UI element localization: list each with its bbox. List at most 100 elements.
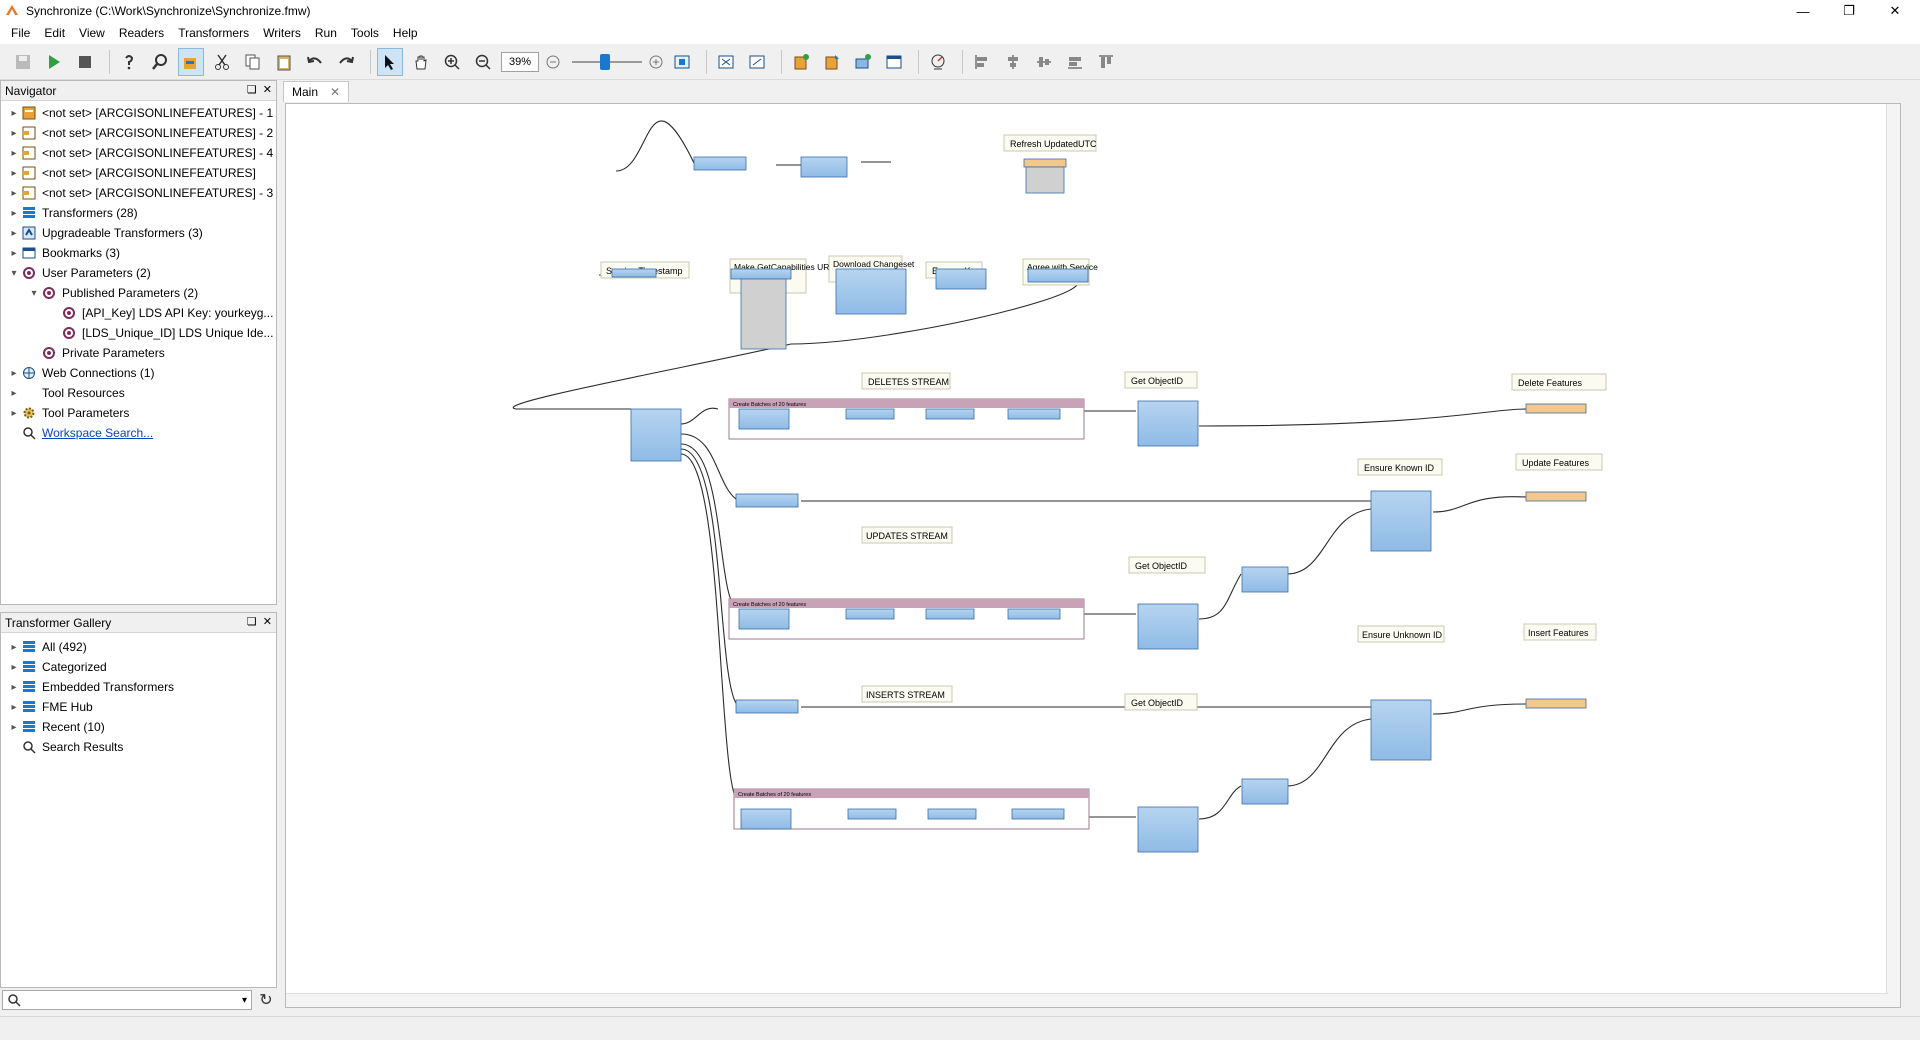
expand-arrow-icon[interactable]: ▸ (7, 128, 21, 139)
writer-nz-street-address-delete[interactable] (1525, 403, 1587, 414)
zoom-extents-button[interactable] (713, 48, 739, 76)
nav-item-tool-resources[interactable]: ▸ Tool Resources (7, 383, 124, 403)
nav-item-lds-unique-id[interactable]: [LDS_Unique_ID] LDS Unique Ide... (61, 323, 273, 343)
minimize-button[interactable]: — (1780, 0, 1826, 22)
expand-arrow-icon[interactable]: ▸ (7, 702, 21, 713)
transformer-attributeexposer[interactable] (935, 268, 987, 290)
zoom-plus-button[interactable] (648, 48, 664, 76)
close-tab-icon[interactable]: ✕ (330, 85, 340, 99)
transformer-counter-3[interactable] (740, 808, 792, 830)
workflow-diagram[interactable]: Refresh UpdatedUTC Service Timestamp Mak… (286, 104, 1901, 1008)
horizontal-scrollbar[interactable] (286, 993, 1888, 1007)
nav-item-upgradeable[interactable]: ▸ Upgradeable Transformers (3) (7, 223, 202, 243)
connection-inspector-button[interactable] (925, 48, 951, 76)
close-panel-icon[interactable]: ✕ (263, 615, 272, 628)
expand-arrow-icon[interactable]: ▸ (7, 408, 21, 419)
annotation-ensure-unknown-id[interactable]: Ensure Unknown ID (1357, 625, 1445, 643)
transformer-featuremerger-unknown[interactable] (1370, 699, 1432, 761)
partial-run-button[interactable] (178, 47, 204, 76)
add-reader-button[interactable] (788, 48, 814, 76)
transformer-zipreprojector[interactable] (1027, 268, 1089, 283)
tab-main[interactable]: Main ✕ (283, 81, 350, 102)
close-panel-icon[interactable]: ✕ (263, 83, 272, 96)
transformer-aggregator[interactable] (925, 408, 975, 420)
cut-button[interactable] (209, 48, 235, 76)
menu-view[interactable]: View (72, 26, 112, 40)
menu-file[interactable]: File (4, 26, 37, 40)
expand-arrow-icon[interactable]: ▸ (7, 722, 21, 733)
nav-item-workspace-search[interactable]: Workspace Search... (21, 423, 153, 443)
nav-item-writer-3[interactable]: ▸ <not set> [ARCGISONLINEFEATURES] - 3 (7, 183, 273, 203)
nav-item-private-parameters[interactable]: Private Parameters (41, 343, 165, 363)
transformer-featurereader-insert[interactable] (1137, 806, 1199, 853)
vertical-scrollbar[interactable] (1886, 104, 1900, 1007)
transformer-featuremerger-known[interactable] (1370, 490, 1432, 552)
fit-selection-button[interactable] (669, 48, 695, 76)
transformer-attributemanager-4[interactable] (1007, 608, 1061, 620)
undo-button[interactable] (302, 48, 328, 76)
annotation-refresh-updatedutc[interactable]: Refresh UpdatedUTC (1003, 134, 1097, 152)
menu-transformers[interactable]: Transformers (171, 26, 256, 40)
nav-item-reader-1[interactable]: ▸ <not set> [ARCGISONLINEFEATURES] - 1 (7, 103, 273, 123)
annotation-delete-features[interactable]: Delete Features (1511, 373, 1607, 391)
expand-arrow-icon[interactable]: ▸ (7, 642, 21, 653)
transformer-pythoncaller-3[interactable] (847, 808, 897, 820)
writer-nz-street-address-insert[interactable] (1525, 698, 1587, 709)
expand-arrow-icon[interactable]: ▸ (7, 248, 21, 259)
workspace-canvas[interactable]: Refresh UpdatedUTC Service Timestamp Mak… (285, 103, 1901, 1008)
expand-arrow-icon[interactable]: ▸ (7, 108, 21, 119)
transformer-attributeexposer-insert[interactable] (735, 699, 799, 714)
select-tool-button[interactable] (377, 47, 403, 76)
transformer-attributemanager-2[interactable] (1007, 408, 1061, 420)
expand-arrow-icon[interactable]: ▸ (7, 388, 21, 399)
annotation-get-objectid-inserts[interactable]: Get ObjectID (1124, 693, 1198, 711)
transformer-aggregator-2[interactable] (925, 608, 975, 620)
expand-arrow-icon[interactable]: ▸ (7, 228, 21, 239)
transformer-timestamper[interactable] (611, 268, 657, 278)
zoom-level-field[interactable]: 39% (501, 51, 539, 72)
collapse-arrow-icon[interactable]: ▾ (27, 288, 41, 299)
nav-item-writer-2[interactable]: ▸ <not set> [ARCGISONLINEFEATURES] - 2 (7, 123, 273, 143)
transformer-attributemanager-3[interactable] (1241, 566, 1289, 593)
zoom-minus-button[interactable] (545, 48, 561, 76)
gallery-item-embedded[interactable]: ▸ Embedded Transformers (7, 677, 174, 697)
align-middle-button[interactable] (1031, 48, 1057, 76)
nav-item-transformers[interactable]: ▸ Transformers (28) (7, 203, 137, 223)
expand-arrow-icon[interactable]: ▸ (7, 208, 21, 219)
transformer-attributemanager-url[interactable] (730, 268, 792, 280)
menu-edit[interactable]: Edit (37, 26, 72, 40)
transformer-featurereader-changeset[interactable] (835, 268, 907, 315)
annotation-updates-stream[interactable]: UPDATES STREAM (861, 526, 953, 544)
transformer-attributefilter[interactable] (630, 408, 682, 462)
refresh-button[interactable]: ↻ (256, 990, 276, 1010)
run-button[interactable] (41, 48, 67, 76)
annotation-deletes-stream[interactable]: DELETES STREAM (861, 372, 951, 390)
expand-arrow-icon[interactable]: ▸ (7, 188, 21, 199)
nav-item-api-key[interactable]: [API_Key] LDS API Key: yourkeyg... (61, 303, 273, 323)
gallery-item-all[interactable]: ▸ All (492) (7, 637, 86, 657)
add-transformer-button[interactable] (850, 48, 876, 76)
annotation-insert-features[interactable]: Insert Features (1523, 623, 1597, 641)
zoom-slider[interactable] (572, 52, 642, 72)
transformer-attributeexposer-update[interactable] (735, 493, 799, 508)
gallery-search-input[interactable]: ▾ (2, 990, 252, 1010)
transformer-counter[interactable] (738, 408, 790, 430)
paste-button[interactable] (271, 48, 297, 76)
transformer-attributemanager-5[interactable] (1011, 808, 1065, 820)
inspect-button[interactable] (116, 48, 142, 76)
add-bookmark-button[interactable] (881, 48, 907, 76)
nav-item-writer[interactable]: ▸ <not set> [ARCGISONLINEFEATURES] (7, 163, 255, 183)
nav-item-writer-4[interactable]: ▸ <not set> [ARCGISONLINEFEATURES] - 4 (7, 143, 273, 163)
stop-button[interactable] (72, 48, 98, 76)
gallery-item-search-results[interactable]: Search Results (21, 737, 123, 757)
find-button[interactable] (147, 48, 173, 76)
expand-arrow-icon[interactable]: ▸ (7, 168, 21, 179)
transformer-featurereader-update[interactable] (1137, 603, 1199, 650)
transformer-attributemanager-url-attrs[interactable] (740, 278, 787, 350)
expand-arrow-icon[interactable]: ▸ (7, 148, 21, 159)
menu-help[interactable]: Help (386, 26, 425, 40)
pan-tool-button[interactable] (408, 48, 434, 76)
expand-arrow-icon[interactable]: ▸ (7, 662, 21, 673)
undock-icon[interactable]: ❏ (247, 83, 257, 96)
transformer-pythoncaller-2[interactable] (845, 608, 895, 620)
